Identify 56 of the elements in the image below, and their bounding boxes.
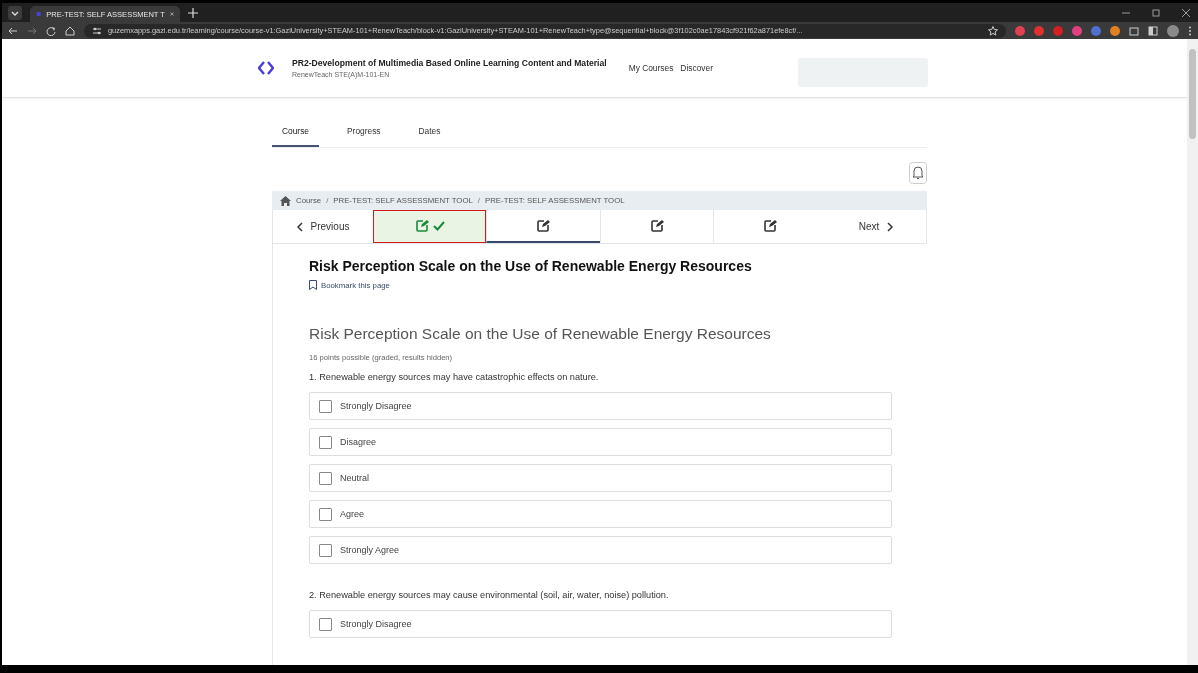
extension-icon[interactable]: [1053, 25, 1063, 36]
reload-icon[interactable]: [46, 25, 56, 36]
close-icon[interactable]: [1182, 8, 1190, 17]
scrollbar[interactable]: [1187, 39, 1198, 665]
checkmark-icon: [433, 220, 446, 231]
extension-icon[interactable]: [1034, 25, 1044, 36]
new-tab-icon[interactable]: [188, 7, 198, 18]
checkbox[interactable]: [319, 543, 332, 557]
unit-title: Risk Perception Scale on the Use of Renewable Energy Resources: [309, 258, 753, 274]
home-icon[interactable]: [65, 25, 75, 36]
nav-link[interactable]: My Courses: [628, 63, 674, 73]
problem-title: Risk Perception Scale on the Use of Renewable Energy Resources: [309, 325, 772, 343]
edit-icon: [415, 219, 430, 232]
course-tab[interactable]: Course: [272, 121, 319, 147]
question-text: 1. Renewable energy sources may have catastrophic effects on nature.: [309, 372, 600, 382]
forward-icon[interactable]: [27, 25, 37, 36]
checkbox[interactable]: [319, 617, 332, 631]
site-icon: [36, 9, 42, 19]
star-icon[interactable]: [988, 25, 998, 36]
edit-icon: [536, 219, 551, 232]
course-tab[interactable]: Progress: [337, 121, 391, 147]
extension-icon[interactable]: [1110, 25, 1120, 36]
menu-icon[interactable]: [1188, 25, 1192, 36]
back-icon[interactable]: [8, 25, 18, 36]
checkbox[interactable]: [319, 399, 332, 413]
tab-list-icon[interactable]: [8, 5, 22, 20]
chevron-left-icon: [296, 221, 303, 232]
site-settings-icon: [92, 25, 102, 36]
answer-option[interactable]: Strongly Disagree: [309, 392, 892, 420]
edit-icon: [762, 219, 777, 232]
answer-option[interactable]: Disagree: [309, 428, 892, 456]
home-icon: [280, 195, 291, 206]
sidebar-icon[interactable]: [1148, 25, 1158, 36]
nav-link[interactable]: Discover: [680, 63, 713, 73]
chevron-right-icon: [887, 221, 894, 232]
bell-icon[interactable]: [909, 162, 927, 184]
avatar-icon[interactable]: [1167, 24, 1179, 37]
logo-icon[interactable]: [258, 61, 274, 75]
checkbox[interactable]: [319, 507, 332, 521]
answer-option[interactable]: Agree: [309, 500, 892, 528]
edit-icon: [649, 219, 664, 232]
course-title: PR2-Development of Multimedia Based Online Learning Content and Material: [292, 58, 607, 68]
answer-option[interactable]: Strongly Agree: [309, 536, 892, 564]
question-text: 2. Renewable energy sources may cause environmental (soil, air, water, noise) pollution.: [309, 590, 670, 600]
unit-tab[interactable]: [486, 210, 600, 243]
answer-option[interactable]: Strongly Disagree: [309, 610, 892, 638]
checkbox[interactable]: [319, 471, 332, 485]
extension-icon[interactable]: [1015, 25, 1025, 36]
bookmark-icon: [309, 280, 317, 290]
extension-icon[interactable]: [1091, 25, 1101, 36]
extension-icon[interactable]: [1072, 25, 1082, 36]
answer-option[interactable]: Neutral: [309, 464, 892, 492]
checkbox[interactable]: [319, 435, 332, 449]
restore-icon[interactable]: [1152, 8, 1160, 17]
course-tab[interactable]: Dates: [408, 121, 451, 147]
close-icon[interactable]: [169, 10, 174, 18]
